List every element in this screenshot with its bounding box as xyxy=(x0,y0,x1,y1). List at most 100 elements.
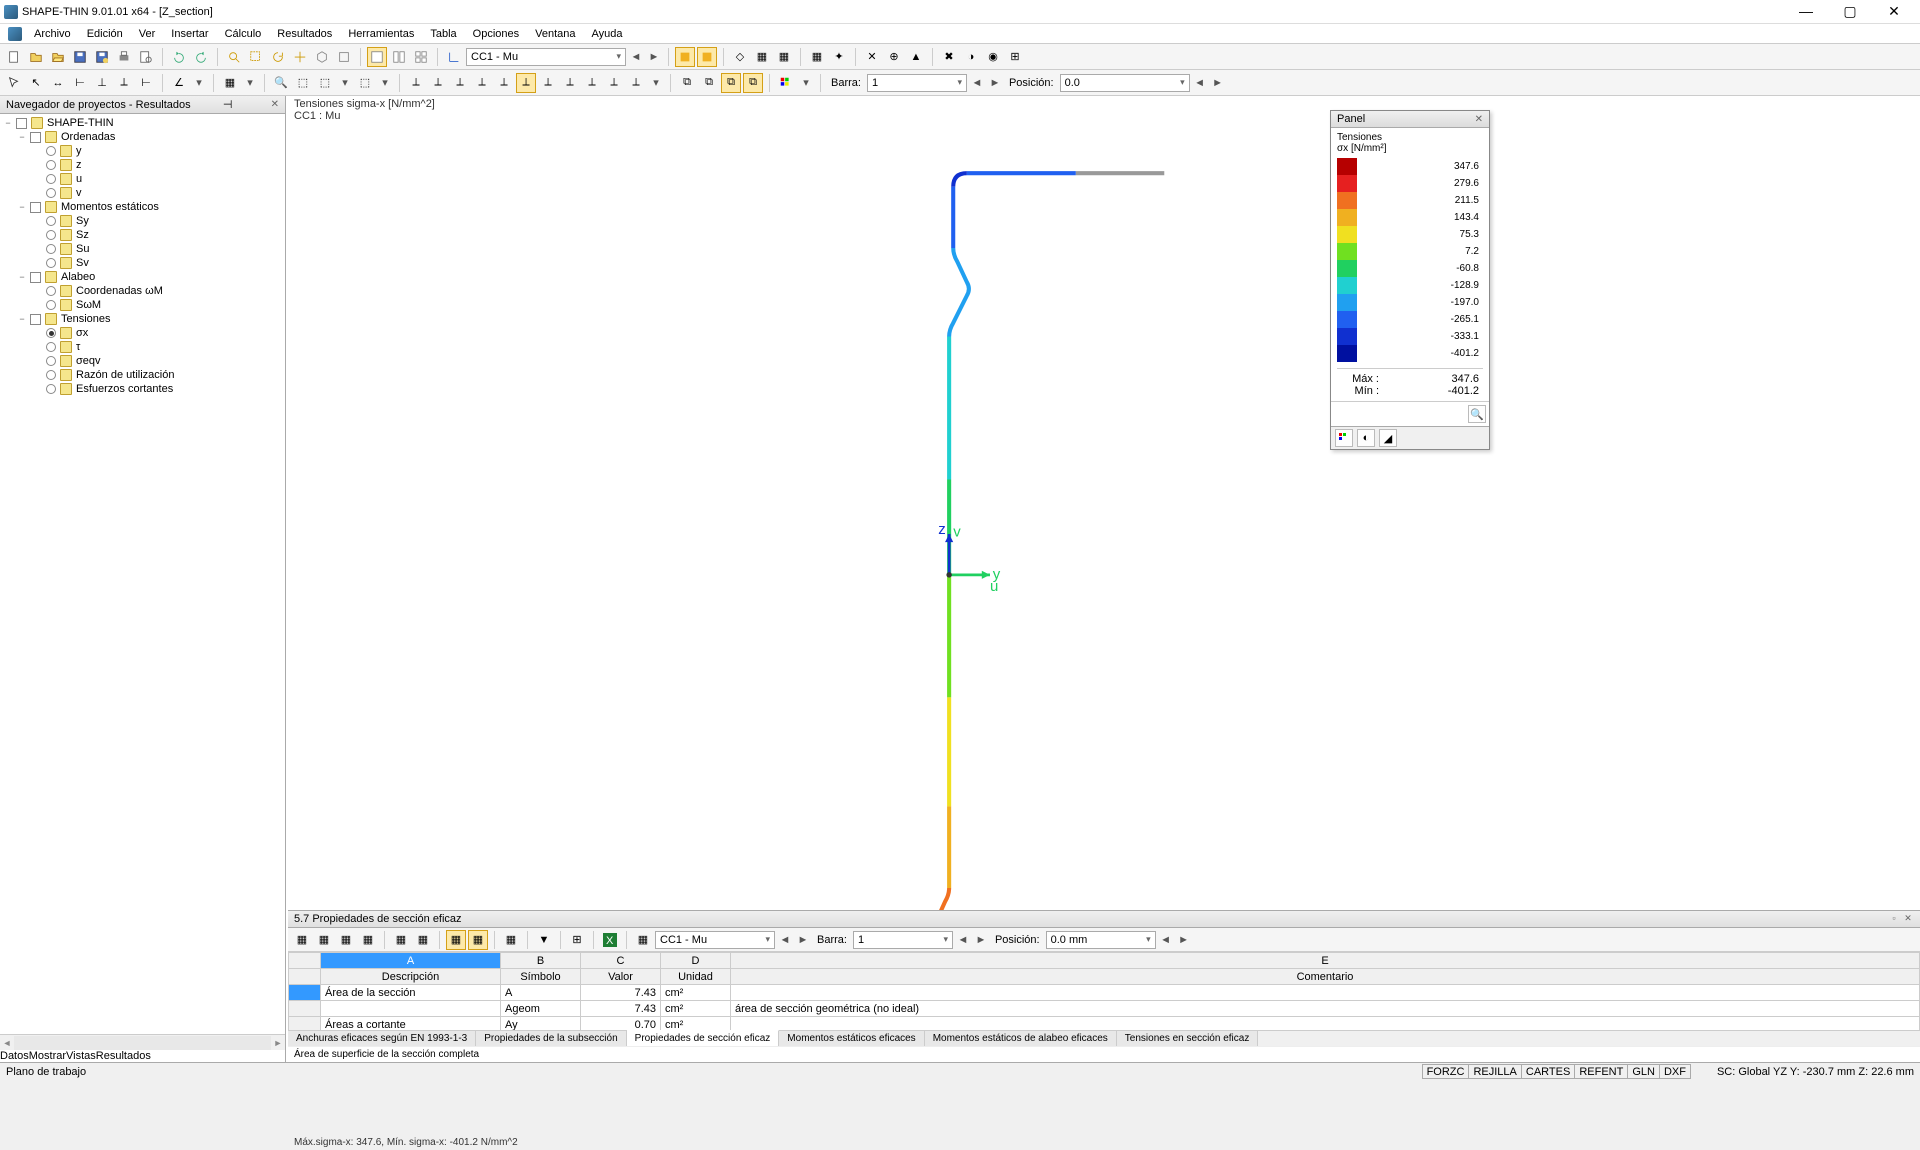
snap1-icon[interactable]: ⟂ xyxy=(406,73,426,93)
menu-edicion[interactable]: Edición xyxy=(79,26,131,42)
sel4-dd-icon[interactable]: ▾ xyxy=(377,75,393,91)
tool-j-icon[interactable]: ◑ xyxy=(961,47,981,67)
printpreview-icon[interactable] xyxy=(136,47,156,67)
tbl-loadcase-combo[interactable]: CC1 - Mu xyxy=(655,931,775,949)
grid-dd-icon[interactable]: ▾ xyxy=(242,75,258,91)
tree-item[interactable]: Razón de utilización xyxy=(2,368,283,382)
tbl-btn5-icon[interactable]: ▦ xyxy=(391,930,411,950)
tree-item[interactable]: SωM xyxy=(2,298,283,312)
status-box-cartes[interactable]: CARTES xyxy=(1521,1064,1575,1079)
tbl-btn4-icon[interactable]: ▦ xyxy=(358,930,378,950)
proj-tab-vistas[interactable]: Vistas xyxy=(66,1050,96,1062)
table-tab[interactable]: Momentos estáticos de alabeo eficaces xyxy=(925,1031,1117,1046)
table-min-icon[interactable]: ▫ xyxy=(1888,913,1900,925)
tool-e-icon[interactable]: ✦ xyxy=(829,47,849,67)
sel3-icon[interactable]: ⬚ xyxy=(315,73,335,93)
open-icon[interactable] xyxy=(26,47,46,67)
pos-next-icon[interactable]: ► xyxy=(1210,75,1226,91)
measure-icon[interactable]: ↔ xyxy=(48,73,68,93)
tree-item[interactable]: Su xyxy=(2,242,283,256)
barra-prev-icon[interactable]: ◄ xyxy=(969,75,985,91)
tbl-lc-next-icon[interactable]: ► xyxy=(795,932,811,948)
tree-item[interactable]: Sz xyxy=(2,228,283,242)
saveas-icon[interactable] xyxy=(92,47,112,67)
status-box-gln[interactable]: GLN xyxy=(1627,1064,1660,1079)
table-tab[interactable]: Anchuras eficaces según EN 1993-1-3 xyxy=(288,1031,476,1046)
navigator-tree[interactable]: −SHAPE-THIN−Ordenadasyzuv−Momentos estát… xyxy=(0,114,285,1034)
tbl-pos-combo[interactable]: 0.0 mm xyxy=(1046,931,1156,949)
snap5-icon[interactable]: ⟂ xyxy=(494,73,514,93)
snap8-icon[interactable]: ⟂ xyxy=(560,73,580,93)
view3d-icon[interactable] xyxy=(312,47,332,67)
tree-item[interactable]: u xyxy=(2,172,283,186)
tool-h-icon[interactable]: ▲ xyxy=(906,47,926,67)
app-menu-icon[interactable] xyxy=(8,27,22,41)
tbl-btn7-icon[interactable]: ▦ xyxy=(446,930,466,950)
tool-a-icon[interactable]: ◇ xyxy=(730,47,750,67)
snap11-icon[interactable]: ⟂ xyxy=(626,73,646,93)
tree-item[interactable]: y xyxy=(2,144,283,158)
tbl-filter-icon[interactable]: ▼ xyxy=(534,930,554,950)
panel-btn2-icon[interactable]: ◐ xyxy=(1357,429,1375,447)
sel-dd-icon[interactable]: ▾ xyxy=(337,75,353,91)
dim2-icon[interactable]: ⊥ xyxy=(92,73,112,93)
tree-item[interactable]: Sy xyxy=(2,214,283,228)
proj-tab-resultados[interactable]: Resultados xyxy=(96,1050,151,1062)
cursor-icon[interactable] xyxy=(4,73,24,93)
menu-calculo[interactable]: Cálculo xyxy=(217,26,270,42)
redo-icon[interactable] xyxy=(191,47,211,67)
dim1-icon[interactable]: ⊢ xyxy=(70,73,90,93)
posicion-combo[interactable]: 0.0 xyxy=(1060,74,1190,92)
panel-btn3-icon[interactable]: ◢ xyxy=(1379,429,1397,447)
status-box-dxf[interactable]: DXF xyxy=(1659,1064,1691,1079)
results-panel[interactable]: Panel ✕ Tensiones σx [N/mm²] 347.6279.62… xyxy=(1330,110,1490,450)
table-tab[interactable]: Propiedades de sección eficaz xyxy=(627,1030,780,1046)
col-header[interactable]: B xyxy=(501,953,581,969)
loadcase-combo[interactable]: CC1 - Mu xyxy=(466,48,626,66)
menu-ver[interactable]: Ver xyxy=(131,26,164,42)
pos-prev-icon[interactable]: ◄ xyxy=(1192,75,1208,91)
tool-c-icon[interactable]: ▦ xyxy=(774,47,794,67)
table-tab[interactable]: Momentos estáticos eficaces xyxy=(779,1031,924,1046)
layers-icon[interactable] xyxy=(334,47,354,67)
barra-next-icon[interactable]: ► xyxy=(987,75,1003,91)
menu-opciones[interactable]: Opciones xyxy=(465,26,527,42)
color-dd-icon[interactable]: ▾ xyxy=(798,75,814,91)
barra-combo[interactable]: 1 xyxy=(867,74,967,92)
tbl-excel-icon[interactable]: X xyxy=(600,930,620,950)
tool-f-icon[interactable]: ✕ xyxy=(862,47,882,67)
col-header[interactable]: C xyxy=(581,953,661,969)
maximize-button[interactable]: ▢ xyxy=(1836,3,1864,20)
tree-item[interactable]: Esfuerzos cortantes xyxy=(2,382,283,396)
new-icon[interactable] xyxy=(4,47,24,67)
tbl-calc-icon[interactable]: ▦ xyxy=(633,930,653,950)
select-icon[interactable]: ↖ xyxy=(26,73,46,93)
sel2-icon[interactable]: ⬚ xyxy=(293,73,313,93)
tool-g-icon[interactable]: ⊕ xyxy=(884,47,904,67)
tree-item[interactable]: σx xyxy=(2,326,283,340)
navigator-hscroll[interactable]: ◄► xyxy=(0,1034,285,1050)
tbl-lc-prev-icon[interactable]: ◄ xyxy=(777,932,793,948)
minimize-button[interactable]: — xyxy=(1792,3,1820,20)
tbl-sort-icon[interactable]: ⊞ xyxy=(567,930,587,950)
table-row[interactable]: Área de la secciónA7.43cm² xyxy=(289,985,1920,1001)
snap7-icon[interactable]: ⟂ xyxy=(538,73,558,93)
layout3-icon[interactable] xyxy=(411,47,431,67)
layout1-icon[interactable] xyxy=(367,47,387,67)
tool-i-icon[interactable]: ✖ xyxy=(939,47,959,67)
tool-d-icon[interactable]: ▦ xyxy=(807,47,827,67)
layout2-icon[interactable] xyxy=(389,47,409,67)
zoom-window-icon[interactable] xyxy=(246,47,266,67)
tree-item[interactable]: Sv xyxy=(2,256,283,270)
grid-icon[interactable]: ▦ xyxy=(220,73,240,93)
tbl-btn1-icon[interactable]: ▦ xyxy=(292,930,312,950)
tbl-pos-prev-icon[interactable]: ◄ xyxy=(1158,932,1174,948)
open2-icon[interactable] xyxy=(48,47,68,67)
tbl-btn8-icon[interactable]: ▦ xyxy=(468,930,488,950)
tool-k-icon[interactable]: ◉ xyxy=(983,47,1003,67)
angle-icon[interactable]: ∠ xyxy=(169,73,189,93)
menu-herramientas[interactable]: Herramientas xyxy=(340,26,422,42)
link2-icon[interactable]: ⧉ xyxy=(699,73,719,93)
tbl-btn9-icon[interactable]: ▦ xyxy=(501,930,521,950)
tree-group[interactable]: −Momentos estáticos xyxy=(2,200,283,214)
